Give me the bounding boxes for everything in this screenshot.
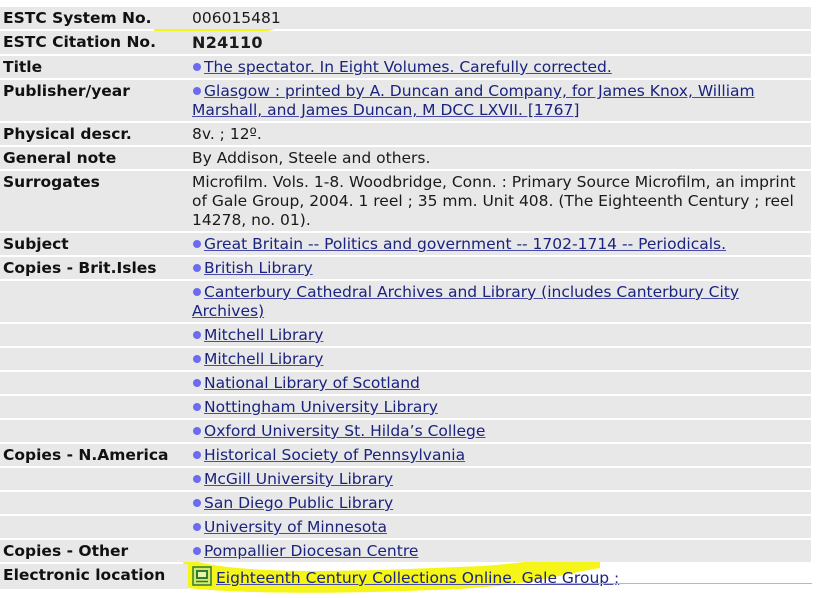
- label-physical: Physical descr.: [0, 123, 188, 145]
- row-copies-brit: Mitchell Library: [0, 324, 811, 346]
- label-copies-other: Copies - Other: [0, 540, 188, 562]
- bullet-icon: [193, 426, 201, 435]
- row-subject: Subject Great Britain -- Politics and go…: [0, 233, 811, 255]
- library-link[interactable]: Nottingham University Library: [204, 398, 438, 416]
- library-link[interactable]: Mitchell Library: [204, 350, 323, 368]
- label-copies-brit: Copies - Brit.Isles: [0, 257, 188, 279]
- row-surrogates: Surrogates Microfilm. Vols. 1-8. Woodbri…: [0, 171, 811, 231]
- row-title: Title The spectator. In Eight Volumes. C…: [0, 56, 811, 78]
- row-copies-brit: National Library of Scotland: [0, 372, 811, 394]
- bullet-icon: [193, 62, 201, 71]
- library-link[interactable]: Pompallier Diocesan Centre: [204, 542, 418, 560]
- bullet-icon: [193, 287, 201, 296]
- library-link[interactable]: National Library of Scotland: [204, 374, 420, 392]
- row-copies-brit: Oxford University St. Hilda’s College: [0, 420, 811, 442]
- publisher-link[interactable]: Glasgow : printed by A. Duncan and Compa…: [192, 82, 755, 119]
- library-link[interactable]: Oxford University St. Hilda’s College: [204, 422, 485, 440]
- label-citation-no: ESTC Citation No.: [0, 31, 188, 54]
- value-surrogates: Microfilm. Vols. 1-8. Woodbridge, Conn. …: [188, 171, 811, 231]
- value-system-no: 006015481: [188, 7, 811, 29]
- row-system-no: ESTC System No. 006015481: [0, 7, 811, 29]
- bullet-icon: [193, 546, 201, 555]
- row-copies-brit: Nottingham University Library: [0, 396, 811, 418]
- row-note: General note By Addison, Steele and othe…: [0, 147, 811, 169]
- row-copies-na: University of Minnesota: [0, 516, 811, 538]
- electronic-location-link[interactable]: Eighteenth Century Collections Online. G…: [216, 569, 619, 587]
- row-copies-brit: Copies - Brit.Isles British Library: [0, 257, 811, 279]
- label-title: Title: [0, 56, 188, 78]
- row-physical: Physical descr. 8v. ; 12º.: [0, 123, 811, 145]
- library-link[interactable]: McGill University Library: [204, 470, 393, 488]
- bullet-icon: [193, 263, 201, 272]
- library-link[interactable]: Canterbury Cathedral Archives and Librar…: [192, 283, 739, 320]
- bullet-icon: [193, 522, 201, 531]
- library-link[interactable]: University of Minnesota: [204, 518, 387, 536]
- label-note: General note: [0, 147, 188, 169]
- library-link[interactable]: Mitchell Library: [204, 326, 323, 344]
- row-copies-other: Copies - Other Pompallier Diocesan Centr…: [0, 540, 811, 562]
- value-citation-no: N24110: [192, 33, 263, 52]
- row-copies-na: San Diego Public Library: [0, 492, 811, 514]
- bullet-icon: [193, 474, 201, 483]
- label-surrogates: Surrogates: [0, 171, 188, 231]
- label-system-no: ESTC System No.: [0, 7, 188, 29]
- label-electronic: Electronic location: [0, 564, 188, 589]
- library-link[interactable]: San Diego Public Library: [204, 494, 393, 512]
- library-link[interactable]: British Library: [204, 259, 313, 277]
- row-electronic: Electronic location Eighteenth Century C…: [0, 564, 811, 589]
- row-publisher: Publisher/year Glasgow : printed by A. D…: [0, 80, 811, 121]
- bullet-icon: [193, 354, 201, 363]
- row-citation-no: ESTC Citation No. N24110: [0, 31, 811, 54]
- row-copies-na: Copies - N.America Historical Society of…: [0, 444, 811, 466]
- bullet-icon: [193, 498, 201, 507]
- row-copies-brit: Canterbury Cathedral Archives and Librar…: [0, 281, 811, 322]
- value-physical: 8v. ; 12º.: [188, 123, 811, 145]
- library-link[interactable]: Historical Society of Pennsylvania: [204, 446, 465, 464]
- bullet-icon: [193, 402, 201, 411]
- row-copies-brit: Mitchell Library: [0, 348, 811, 370]
- bullet-icon: [193, 239, 201, 248]
- divider: [541, 583, 812, 584]
- bullet-icon: [193, 378, 201, 387]
- record-table: ESTC System No. 006015481 ESTC Citation …: [0, 5, 811, 591]
- bullet-icon: [193, 330, 201, 339]
- subject-link[interactable]: Great Britain -- Politics and government…: [204, 235, 726, 253]
- label-publisher: Publisher/year: [0, 80, 188, 121]
- ecco-document-icon[interactable]: [192, 566, 212, 586]
- bullet-icon: [193, 450, 201, 459]
- title-link[interactable]: The spectator. In Eight Volumes. Careful…: [204, 58, 612, 76]
- value-note: By Addison, Steele and others.: [188, 147, 811, 169]
- label-copies-na: Copies - N.America: [0, 444, 188, 466]
- row-copies-na: McGill University Library: [0, 468, 811, 490]
- bullet-icon: [193, 86, 201, 95]
- label-subject: Subject: [0, 233, 188, 255]
